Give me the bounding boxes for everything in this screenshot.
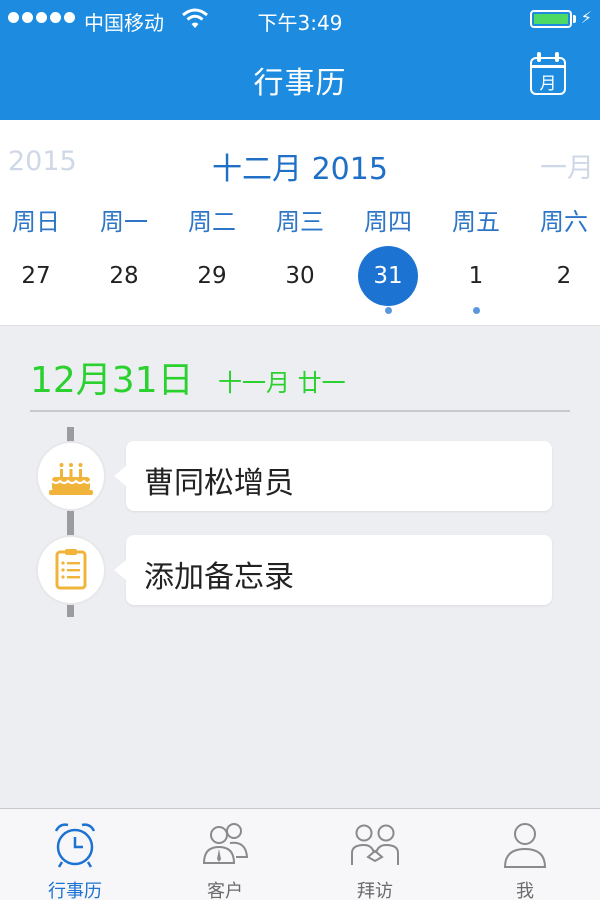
memo-note-icon <box>38 537 104 603</box>
calendar-rings <box>537 52 559 62</box>
day-number: 28 <box>109 263 139 289</box>
battery-tip <box>573 15 576 23</box>
add-memo-card[interactable]: 添加备忘录 <box>114 535 552 605</box>
tab-calendar[interactable]: 行事历 <box>0 809 150 900</box>
next-month-button[interactable]: 一月 <box>540 146 594 185</box>
day-number: 2 <box>556 263 572 289</box>
day-number: 31 <box>358 246 418 306</box>
weekday-label: 周日 <box>12 208 60 236</box>
birthday-cake-icon <box>38 443 104 509</box>
tab-me[interactable]: 我 <box>450 809 600 900</box>
tab-bar: 行事历 客户 拜访 我 <box>0 808 600 900</box>
agenda-panel: 12月31日 十一月 廿一 曹同松增员 添加备忘录 <box>0 327 600 808</box>
weekday-label: 周六 <box>540 208 588 236</box>
day-cell[interactable]: 29 <box>172 246 252 316</box>
tab-customers[interactable]: 客户 <box>150 809 300 900</box>
tab-label: 客户 <box>207 881 243 900</box>
weekday-label: 周二 <box>188 208 236 236</box>
current-month-label: 十二月 2015 <box>212 152 388 187</box>
day-number: 27 <box>21 263 51 289</box>
alarm-clock-icon <box>54 823 96 868</box>
charging-bolt-icon: ⚡ <box>580 8 592 27</box>
weekday-label: 周五 <box>452 208 500 236</box>
day-cell[interactable]: 2 <box>524 246 600 316</box>
day-number: 30 <box>285 263 315 289</box>
customers-icon <box>202 823 249 864</box>
month-view-label: 月 <box>539 74 557 94</box>
month-view-button[interactable]: 月 <box>530 52 566 95</box>
event-label: 添加备忘录 <box>144 560 294 595</box>
tab-visits[interactable]: 拜访 <box>300 809 450 900</box>
event-marker-dot <box>385 307 392 314</box>
week-calendar: 2015 十二月 2015 一月 周日 周一 周二 周三 周四 周五 周六 27… <box>0 120 600 326</box>
day-number: 29 <box>197 263 227 289</box>
day-cell[interactable]: 28 <box>84 246 164 316</box>
divider <box>30 410 570 412</box>
day-cell[interactable]: 27 <box>0 246 76 316</box>
event-label: 曹同松增员 <box>144 466 294 501</box>
weekday-label: 周一 <box>100 208 148 236</box>
tab-label: 我 <box>516 881 534 900</box>
visit-handshake-icon <box>351 824 399 865</box>
app-header: 中国移动 下午3:49 ⚡ 行事历 月 <box>0 0 600 120</box>
day-row: 27 28 29 30 31 1 2 <box>0 246 600 316</box>
day-cell[interactable]: 1 <box>436 246 516 316</box>
selected-date: 12月31日 <box>30 360 194 401</box>
event-card[interactable]: 曹同松增员 <box>114 441 552 511</box>
day-number: 1 <box>468 263 484 289</box>
battery-icon <box>530 10 572 28</box>
tab-label: 拜访 <box>357 881 393 900</box>
status-bar: 中国移动 下午3:49 ⚡ <box>0 0 600 38</box>
day-cell[interactable]: 31 <box>348 246 428 316</box>
event-marker-dot <box>473 307 480 314</box>
month-switcher: 2015 十二月 2015 一月 <box>0 120 600 200</box>
weekday-label: 周四 <box>364 208 412 236</box>
weekday-label: 周三 <box>276 208 324 236</box>
status-time: 下午3:49 <box>257 11 343 35</box>
page-title: 行事历 <box>253 66 347 101</box>
tab-label: 行事历 <box>48 881 102 900</box>
weekday-header: 周日 周一 周二 周三 周四 周五 周六 <box>0 202 600 236</box>
day-cell[interactable]: 30 <box>260 246 340 316</box>
lunar-date: 十一月 廿一 <box>218 369 346 397</box>
profile-icon <box>503 823 547 868</box>
